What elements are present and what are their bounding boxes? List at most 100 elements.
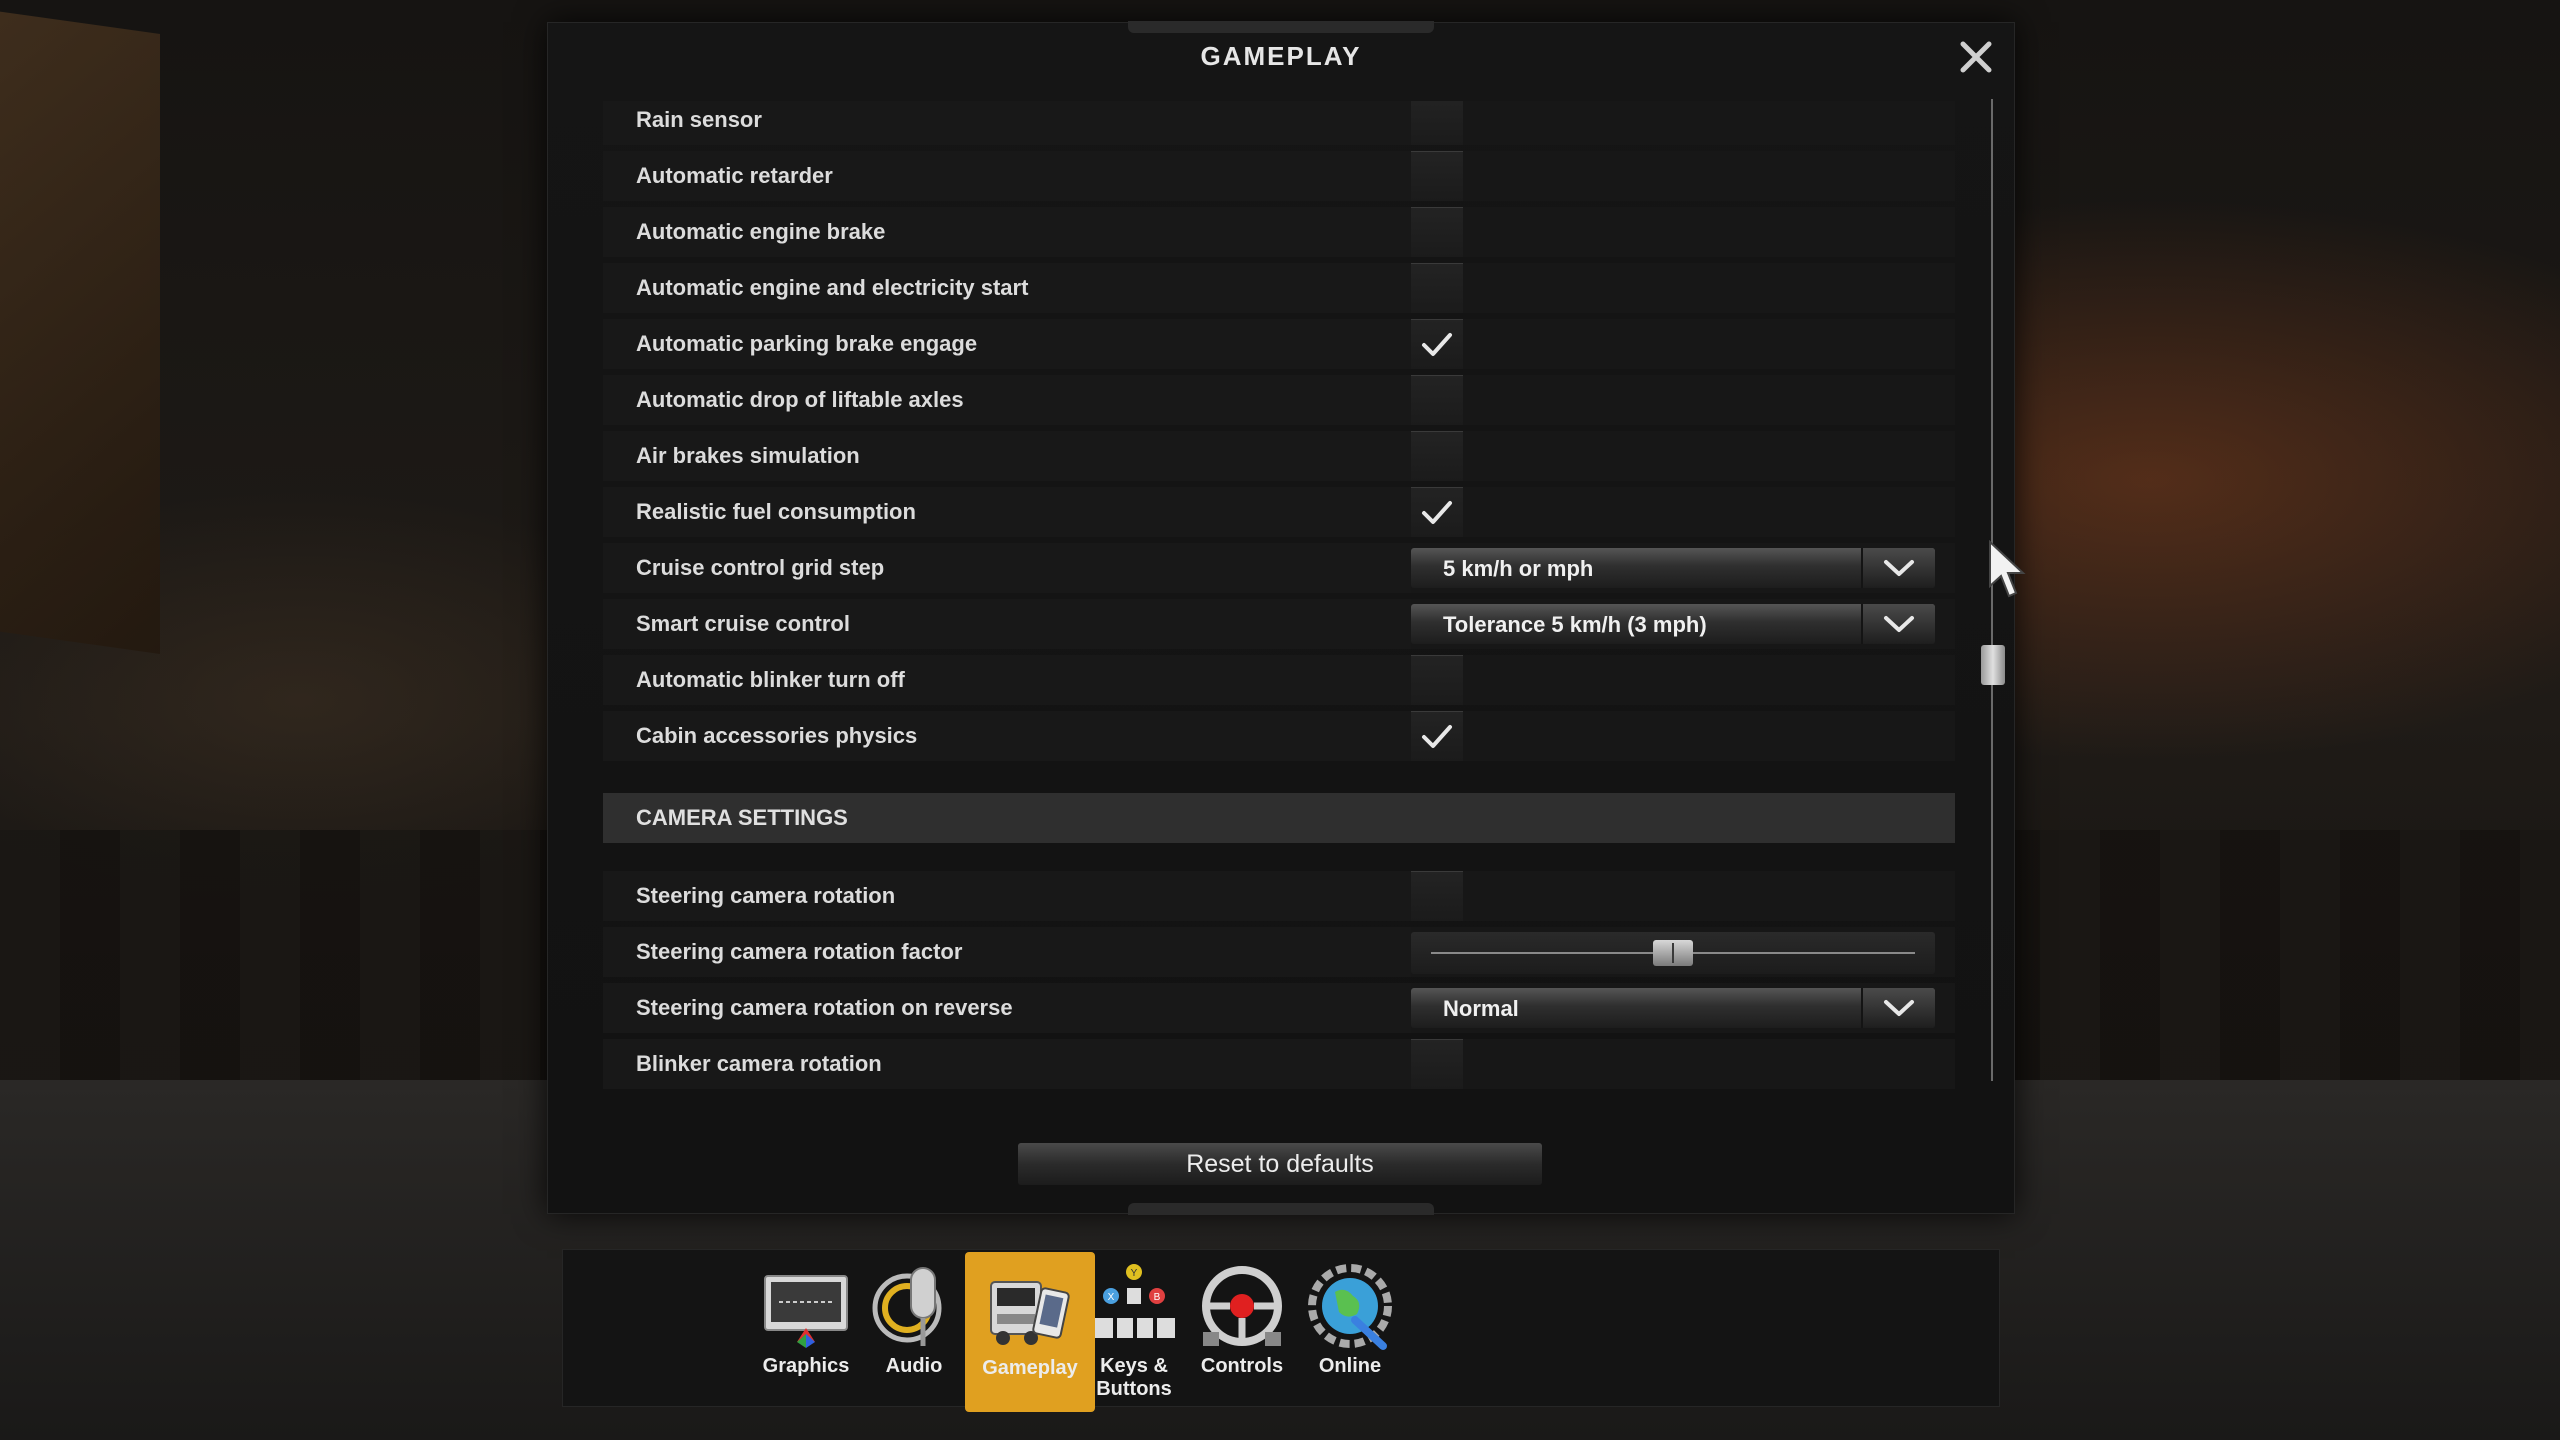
truck-phone-icon	[985, 1264, 1075, 1354]
setting-label: Steering camera rotation factor	[636, 939, 963, 964]
setting-label: Steering camera rotation	[636, 883, 896, 908]
setting-label-cell: Cabin accessories physics	[603, 711, 1411, 761]
setting-row-blinker-camera-rotation: Blinker camera rotation	[603, 1039, 1955, 1089]
dropdown-selected-value: Tolerance 5 km/h (3 mph)	[1443, 612, 1707, 637]
setting-value-cell	[1411, 207, 1955, 257]
setting-label: Automatic parking brake engage	[636, 331, 978, 356]
reset-defaults-button[interactable]: Reset to defaults	[1018, 1143, 1542, 1185]
setting-value-cell	[1411, 151, 1955, 201]
background-billboard	[0, 5, 160, 655]
setting-value-cell: Tolerance 5 km/h (3 mph)	[1411, 599, 1955, 649]
setting-value-cell	[1411, 375, 1955, 425]
setting-row-smart-cruise-control: Smart cruise control Tolerance 5 km/h (3 …	[603, 599, 1955, 649]
setting-label-cell: Automatic retarder	[603, 151, 1411, 201]
section-header-camera-settings: CAMERA SETTINGS	[603, 793, 1955, 843]
setting-label: Steering camera rotation on reverse	[636, 995, 1013, 1020]
automatic-parking-brake-engage-checkbox[interactable]	[1411, 319, 1463, 369]
chevron-down-icon	[1884, 616, 1914, 632]
setting-label: Automatic engine and electricity start	[636, 275, 1029, 300]
dropdown-arrow-button[interactable]	[1861, 988, 1935, 1028]
svg-text:Y: Y	[1131, 1268, 1138, 1279]
setting-label-cell: Realistic fuel consumption	[603, 487, 1411, 537]
checkmark-icon	[1422, 333, 1452, 356]
setting-label: Blinker camera rotation	[636, 1051, 882, 1076]
automatic-retarder-checkbox[interactable]	[1411, 151, 1463, 201]
steering-camera-rotation-on-reverse-dropdown[interactable]: Normal	[1411, 988, 1935, 1028]
setting-value-cell	[1411, 431, 1955, 481]
close-icon	[1960, 41, 1992, 73]
setting-row-automatic-blinker-turn-off: Automatic blinker turn off	[603, 655, 1955, 705]
nav-tab-online[interactable]: Online	[1285, 1250, 1415, 1406]
setting-label-cell: Rain sensor	[603, 101, 1411, 145]
automatic-blinker-turn-off-checkbox[interactable]	[1411, 655, 1463, 705]
setting-label-cell: Blinker camera rotation	[603, 1039, 1411, 1089]
setting-value-cell	[1411, 1039, 1955, 1089]
setting-label-cell: Automatic engine and electricity start	[603, 263, 1411, 313]
settings-list[interactable]: Rain sensor Automatic retarder Automatic e…	[603, 101, 1963, 1091]
setting-label-cell: Automatic parking brake engage	[603, 319, 1411, 369]
setting-label-cell: Steering camera rotation	[603, 871, 1411, 921]
setting-row-automatic-engine-brake: Automatic engine brake	[603, 207, 1955, 257]
microphone-icon	[869, 1262, 959, 1352]
setting-row-steering-camera-rotation-on-reverse: Steering camera rotation on reverse Norma…	[603, 983, 1955, 1033]
setting-label: Realistic fuel consumption	[636, 499, 916, 524]
setting-value-cell	[1411, 487, 1955, 537]
panel-bottom-tab	[1128, 1203, 1434, 1215]
setting-label-cell: Steering camera rotation on reverse	[603, 983, 1411, 1033]
automatic-engine-brake-checkbox[interactable]	[1411, 207, 1463, 257]
dropdown-selected-value: Normal	[1443, 996, 1519, 1021]
panel-title: GAMEPLAY	[1200, 41, 1362, 71]
nav-tab-label: Online	[1318, 1355, 1382, 1377]
setting-row-automatic-engine-and-electricity-start: Automatic engine and electricity start	[603, 263, 1955, 313]
setting-value-cell	[1411, 101, 1955, 145]
setting-label: Rain sensor	[636, 107, 762, 132]
settings-category-bar: Graphics Audio Gameplay Y X B Keys & Buttons Co…	[562, 1249, 2000, 1412]
setting-value-cell	[1411, 319, 1955, 369]
nav-tab-audio[interactable]: Audio	[849, 1250, 979, 1406]
steering-camera-rotation-checkbox[interactable]	[1411, 871, 1463, 921]
setting-label-cell: Cruise control grid step	[603, 543, 1411, 593]
setting-row-air-brakes-simulation: Air brakes simulation	[603, 431, 1955, 481]
settings-panel: GAMEPLAY Rain sensor Automatic retarder Au…	[547, 21, 2015, 1215]
automatic-drop-of-liftable-axles-checkbox[interactable]	[1411, 375, 1463, 425]
realistic-fuel-consumption-checkbox[interactable]	[1411, 487, 1463, 537]
automatic-engine-and-electricity-start-checkbox[interactable]	[1411, 263, 1463, 313]
checkmark-icon	[1422, 501, 1452, 524]
svg-text:X: X	[1108, 1292, 1115, 1303]
rain-sensor-checkbox[interactable]	[1411, 101, 1463, 145]
scrollbar-thumb[interactable]	[1981, 645, 2005, 686]
setting-row-automatic-drop-of-liftable-axles: Automatic drop of liftable axles	[603, 375, 1955, 425]
setting-value-cell: Normal	[1411, 983, 1955, 1033]
air-brakes-simulation-checkbox[interactable]	[1411, 431, 1463, 481]
setting-row-cruise-control-grid-step: Cruise control grid step 5 km/h or mph	[603, 543, 1955, 593]
setting-label: Cruise control grid step	[636, 555, 885, 580]
cruise-control-grid-step-dropdown[interactable]: 5 km/h or mph	[1411, 548, 1935, 588]
panel-top-tab	[1128, 21, 1434, 33]
setting-label-cell: Air brakes simulation	[603, 431, 1411, 481]
setting-value-cell	[1411, 927, 1955, 977]
setting-row-steering-camera-rotation: Steering camera rotation	[603, 871, 1955, 921]
steering-camera-rotation-factor-slider[interactable]	[1411, 932, 1935, 974]
dropdown-selected-value: 5 km/h or mph	[1443, 556, 1594, 581]
nav-tab-label: Audio	[885, 1355, 943, 1377]
section-title: CAMERA SETTINGS	[636, 805, 848, 830]
smart-cruise-control-dropdown[interactable]: Tolerance 5 km/h (3 mph)	[1411, 604, 1935, 644]
cabin-accessories-physics-checkbox[interactable]	[1411, 711, 1463, 761]
keys-buttons-icon: Y X B	[1089, 1262, 1179, 1352]
dropdown-arrow-button[interactable]	[1861, 604, 1935, 644]
setting-value-cell	[1411, 655, 1955, 705]
chevron-down-icon	[1884, 1000, 1914, 1016]
monitor-icon	[761, 1262, 851, 1352]
slider-thumb[interactable]	[1653, 940, 1693, 966]
chevron-down-icon	[1884, 560, 1914, 576]
setting-label-cell: Steering camera rotation factor	[603, 927, 1411, 977]
setting-row-realistic-fuel-consumption: Realistic fuel consumption	[603, 487, 1955, 537]
setting-row-cabin-accessories-physics: Cabin accessories physics	[603, 711, 1955, 761]
setting-label: Smart cruise control	[636, 611, 850, 636]
setting-label: Automatic engine brake	[636, 219, 886, 244]
setting-value-cell	[1411, 263, 1955, 313]
close-button[interactable]	[1956, 37, 1996, 77]
dropdown-arrow-button[interactable]	[1861, 548, 1935, 588]
setting-label: Cabin accessories physics	[636, 723, 918, 748]
blinker-camera-rotation-checkbox[interactable]	[1411, 1039, 1463, 1089]
